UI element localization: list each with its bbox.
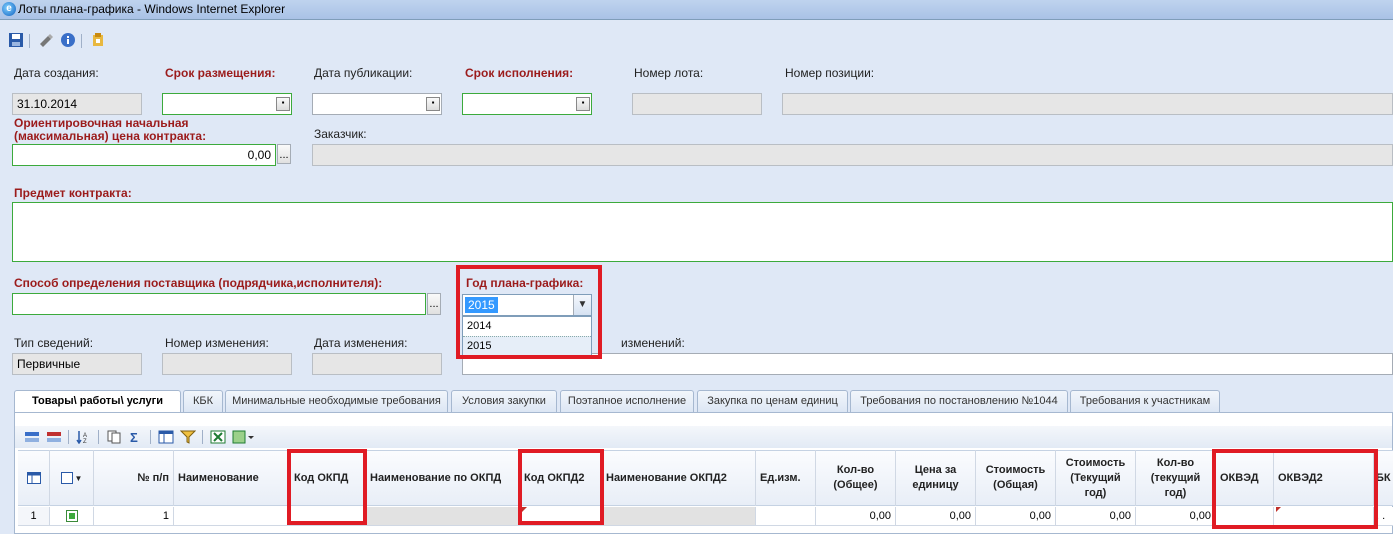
highlight-year — [456, 265, 602, 359]
execution-deadline-field[interactable]: ▪ — [462, 93, 592, 115]
column-header-qty-current[interactable]: Кол-во (текущий год) — [1136, 450, 1216, 506]
placement-deadline-field[interactable]: ▪ — [162, 93, 292, 115]
tab-min-requirements[interactable]: Минимальные необходимые требования — [225, 390, 448, 412]
row-index: 1 — [18, 507, 50, 526]
toolbar-separator — [81, 34, 82, 48]
method-ellipsis-button[interactable]: ... — [427, 293, 441, 315]
internet-explorer-icon: e — [2, 2, 16, 16]
tab-participant-requirements[interactable]: Требования к участникам — [1070, 390, 1220, 412]
change-reason-label: изменений: — [621, 336, 685, 350]
export-icon[interactable] — [90, 32, 106, 48]
toolbar — [0, 28, 1393, 52]
tab-staged-execution[interactable]: Поэтапное исполнение — [560, 390, 694, 412]
window-title: Лоты плана-графика - Windows Internet Ex… — [18, 2, 286, 16]
column-header-cost-current[interactable]: Стоимость (Текущий год) — [1056, 450, 1136, 506]
position-number-label: Номер позиции: — [785, 66, 875, 80]
sum-icon[interactable]: Σ — [128, 430, 144, 444]
row-okpd-name — [366, 507, 520, 526]
edit-icon[interactable] — [38, 32, 54, 48]
change-date-field — [312, 353, 442, 375]
column-header-name[interactable]: Наименование — [174, 450, 290, 506]
info-icon[interactable] — [60, 32, 76, 48]
toolbar-separator — [98, 430, 99, 444]
placement-deadline-label: Срок размещения: — [165, 66, 276, 80]
tab-resolution-1044[interactable]: Требования по постановлению №1044 — [850, 390, 1068, 412]
price-field[interactable]: 0,00 — [12, 144, 276, 166]
grid-settings-icon[interactable] — [18, 450, 50, 506]
column-header-unit[interactable]: Ед.изм. — [756, 450, 816, 506]
svg-text:Σ: Σ — [130, 430, 138, 444]
delete-row-icon[interactable] — [46, 430, 62, 444]
change-number-field — [162, 353, 292, 375]
row-checkbox[interactable] — [50, 507, 94, 526]
created-date-field: 31.10.2014 — [12, 93, 142, 115]
toolbar-separator — [68, 430, 69, 444]
highlight-okpd2 — [518, 449, 604, 525]
created-date-label: Дата создания: — [14, 66, 99, 80]
publication-date-label: Дата публикации: — [314, 66, 413, 80]
price-ellipsis-button[interactable]: ... — [277, 144, 291, 164]
column-header-qty-total[interactable]: Кол-во (Общее) — [816, 450, 896, 506]
position-number-field — [782, 93, 1393, 115]
row-num[interactable]: 1 — [94, 507, 174, 526]
export-menu-icon[interactable] — [232, 430, 254, 444]
subject-label: Предмет контракта: — [14, 186, 132, 200]
toolbar-separator — [202, 430, 203, 444]
row-unit-price[interactable]: 0,00 — [896, 507, 976, 526]
calendar-icon[interactable]: ▪ — [426, 97, 440, 111]
price-label: Ориентировочная начальная (максимальная)… — [14, 117, 206, 143]
excel-icon[interactable] — [210, 430, 226, 444]
column-header-okpd-name[interactable]: Наименование по ОКПД — [366, 450, 520, 506]
highlight-okpd — [287, 449, 367, 525]
row-name[interactable] — [174, 507, 290, 526]
row-qty-total[interactable]: 0,00 — [816, 507, 896, 526]
column-header-num[interactable]: № п/п — [94, 450, 174, 506]
customer-field — [312, 144, 1393, 166]
tab-unit-price-purchase[interactable]: Закупка по ценам единиц — [697, 390, 848, 412]
supplier-method-label: Способ определения поставщика (подрядчик… — [14, 276, 383, 290]
copy-icon[interactable] — [106, 430, 122, 444]
publication-date-field[interactable]: ▪ — [312, 93, 442, 115]
calendar-icon[interactable]: ▪ — [276, 97, 290, 111]
window-titlebar: e Лоты плана-графика - Windows Internet … — [0, 0, 1393, 20]
price-label-line2: (максимальная) цена контракта: — [14, 129, 207, 143]
sort-icon[interactable]: AZ — [76, 430, 92, 444]
info-type-field: Первичные — [12, 353, 142, 375]
row-okpd2-name — [602, 507, 756, 526]
save-icon[interactable] — [8, 32, 24, 48]
row-cost-current[interactable]: 0,00 — [1056, 507, 1136, 526]
subject-field[interactable] — [12, 202, 1393, 262]
filter-icon[interactable] — [180, 430, 196, 444]
supplier-method-field[interactable] — [12, 293, 426, 315]
row-qty-current[interactable]: 0,00 — [1136, 507, 1216, 526]
execution-deadline-label: Срок исполнения: — [465, 66, 574, 80]
toolbar-separator — [150, 430, 151, 444]
tab-goods[interactable]: Товары\ работы\ услуги — [14, 390, 181, 413]
row-cost-total[interactable]: 0,00 — [976, 507, 1056, 526]
select-all-checkbox[interactable]: ▼ — [50, 450, 94, 506]
column-header-okpd2-name[interactable]: Наименование ОКПД2 — [602, 450, 756, 506]
row-unit[interactable] — [756, 507, 816, 526]
svg-text:Z: Z — [83, 439, 87, 444]
change-date-label: Дата изменения: — [314, 336, 408, 350]
toolbar-separator — [29, 34, 30, 48]
customer-label: Заказчик: — [314, 127, 367, 141]
columns-icon[interactable] — [158, 430, 174, 444]
column-header-cost-total[interactable]: Стоимость (Общая) — [976, 450, 1056, 506]
column-header-unit-price[interactable]: Цена за единицу — [896, 450, 976, 506]
change-number-label: Номер изменения: — [165, 336, 269, 350]
add-row-icon[interactable] — [24, 430, 40, 444]
lot-number-label: Номер лота: — [634, 66, 704, 80]
calendar-icon[interactable]: ▪ — [576, 97, 590, 111]
highlight-okved — [1212, 449, 1378, 529]
lot-number-field — [632, 93, 762, 115]
info-type-label: Тип сведений: — [14, 336, 94, 350]
tab-purchase-conditions[interactable]: Условия закупки — [451, 390, 557, 412]
tab-kbk[interactable]: КБК — [183, 390, 223, 412]
